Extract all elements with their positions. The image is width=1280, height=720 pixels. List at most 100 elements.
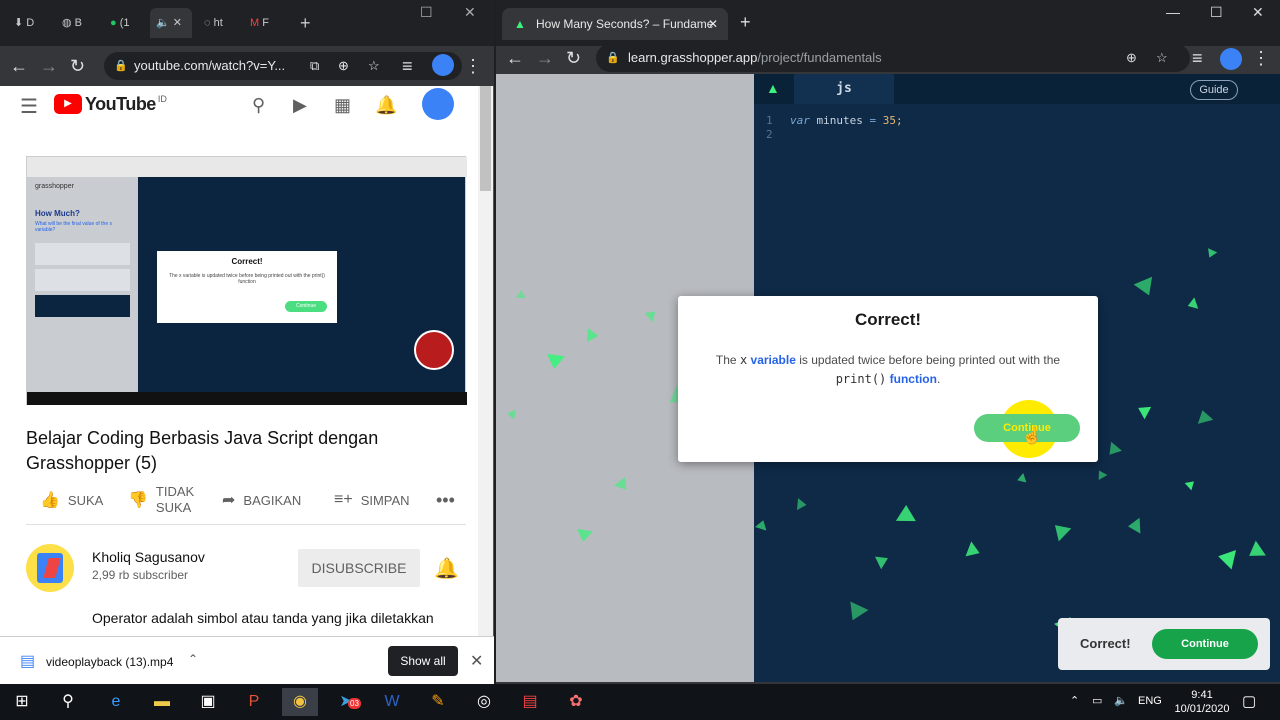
confetti-piece: [516, 290, 526, 298]
notification-bell-icon[interactable]: 🔔: [434, 556, 459, 580]
new-tab-button[interactable]: +: [740, 12, 751, 33]
tab-label: (1: [119, 17, 130, 29]
menu-icon[interactable]: ⋮: [464, 46, 488, 86]
back-icon[interactable]: ←: [10, 46, 34, 86]
chrome-icon[interactable]: ◉: [282, 688, 318, 716]
clock-time: 9:41: [1191, 689, 1213, 701]
confetti-piece: [1134, 401, 1152, 420]
dialog-keyword: variable: [750, 353, 796, 367]
tab-gmail[interactable]: M F: [244, 8, 286, 38]
share-button[interactable]: ➦ BAGIKAN: [222, 482, 301, 518]
volume-icon[interactable]: 🔈: [1114, 694, 1128, 707]
star-icon[interactable]: ☆: [1156, 44, 1168, 72]
more-icon[interactable]: •••: [436, 482, 455, 518]
tab-label: F: [262, 17, 269, 29]
system-clock[interactable]: 9:41 10/01/2020: [1172, 688, 1232, 716]
toast-continue-button[interactable]: Continue: [1152, 629, 1258, 659]
video-option: [35, 243, 130, 265]
reload-icon[interactable]: ↻: [566, 46, 590, 70]
tab-chat[interactable]: ● (1: [104, 8, 146, 38]
confetti-piece: [614, 476, 632, 495]
telegram-badge: 03: [348, 698, 361, 709]
camera-icon[interactable]: ▶: [293, 94, 315, 116]
confetti-piece: [1094, 468, 1108, 480]
tab-youtube-active[interactable]: 🔈 ✕: [150, 8, 192, 38]
tab-close-icon[interactable]: ✕: [708, 8, 718, 40]
network-icon[interactable]: ▭: [1092, 694, 1102, 707]
chevron-up-icon[interactable]: ⌃: [188, 652, 198, 666]
zoom-icon[interactable]: ⊕: [1126, 44, 1137, 72]
scrollbar-thumb[interactable]: [480, 86, 491, 191]
obs-icon[interactable]: ◎: [466, 688, 502, 716]
address-bar[interactable]: 🔒 learn.grasshopper.app/project/fundamen…: [596, 44, 1190, 72]
dislike-button[interactable]: 👎 TIDAK SUKA: [128, 482, 198, 518]
close-window-icon[interactable]: ✕: [464, 4, 476, 21]
media-icon[interactable]: ≡: [402, 46, 426, 86]
channel-avatar[interactable]: [26, 544, 74, 592]
tab-grasshopper-active[interactable]: ▲ How Many Seconds? – Fundame ✕: [502, 8, 728, 40]
youtube-browser-window: ⬇ D ◍ B ● (1 🔈 ✕ ◌ ht M F + ☐ ✕ ← → ↻ 🔒 …: [0, 0, 494, 684]
hamburger-icon[interactable]: ☰: [20, 94, 38, 119]
language-indicator[interactable]: ENG: [1138, 695, 1162, 707]
show-all-button[interactable]: Show all: [388, 646, 458, 676]
store-icon[interactable]: ▣: [190, 688, 226, 716]
presenter-avatar: [414, 330, 454, 370]
powerpoint-icon[interactable]: P: [236, 688, 272, 716]
maximize-icon[interactable]: ☐: [420, 4, 433, 21]
forward-icon[interactable]: →: [536, 46, 560, 70]
word-icon[interactable]: W: [374, 688, 410, 716]
paint-icon[interactable]: ✿: [558, 688, 594, 716]
file-explorer-icon[interactable]: ▬: [144, 688, 180, 716]
tab-b[interactable]: ◍ B: [56, 8, 98, 38]
minimize-icon[interactable]: —: [1166, 4, 1180, 20]
forward-icon[interactable]: →: [40, 46, 64, 86]
confetti-piece: [843, 601, 869, 625]
sketch-icon[interactable]: ✎: [420, 688, 456, 716]
notification-icon[interactable]: ▢: [1242, 692, 1256, 710]
youtube-logo[interactable]: ▶ YouTube ID: [54, 94, 167, 114]
close-shelf-icon[interactable]: ✕: [470, 651, 483, 671]
apps-icon[interactable]: ▦: [334, 94, 356, 116]
like-button[interactable]: 👍 SUKA: [40, 482, 103, 518]
confetti-piece: [1133, 276, 1159, 300]
tab-close-icon[interactable]: ✕: [173, 17, 182, 29]
new-tab-button[interactable]: +: [294, 8, 318, 38]
subscribed-button[interactable]: DISUBSCRIBE: [298, 549, 420, 587]
telegram-icon[interactable]: ➤ 03: [328, 688, 364, 716]
search-icon[interactable]: ⚲: [50, 688, 86, 716]
reload-icon[interactable]: ↻: [70, 46, 94, 86]
speaker-icon: 🔈: [156, 17, 170, 29]
translate-icon[interactable]: ⧉: [310, 52, 319, 80]
feedback-toast: Correct! Continue: [1058, 618, 1270, 670]
download-filename[interactable]: videoplayback (13).mp4: [46, 655, 173, 669]
media-icon[interactable]: ≡: [1192, 46, 1216, 70]
tab-ht[interactable]: ◌ ht: [198, 8, 240, 38]
maximize-icon[interactable]: ☐: [1210, 4, 1223, 21]
zoom-icon[interactable]: ⊕: [338, 52, 349, 80]
close-window-icon[interactable]: ✕: [1252, 4, 1264, 21]
page-scrollbar[interactable]: [478, 86, 493, 636]
confetti-piece: [1015, 473, 1027, 485]
tab-download[interactable]: ⬇ D: [8, 8, 50, 38]
profile-avatar[interactable]: [432, 54, 454, 76]
back-icon[interactable]: ←: [506, 46, 530, 70]
account-avatar[interactable]: [422, 88, 454, 120]
search-icon[interactable]: ⚲: [252, 94, 274, 116]
edge-icon[interactable]: e: [98, 688, 134, 716]
profile-avatar[interactable]: [1220, 48, 1242, 70]
hand-cursor-icon: ☝: [1022, 428, 1042, 445]
divider: [26, 524, 466, 525]
media-app-icon[interactable]: ▤: [512, 688, 548, 716]
url-path: /project/fundamentals: [757, 50, 882, 65]
video-player[interactable]: grasshopper How Much? What will be the f…: [26, 156, 467, 405]
windows-start-icon[interactable]: ⊞: [4, 688, 40, 716]
menu-icon[interactable]: ⋮: [1252, 46, 1276, 70]
video-lesson-question: What will be the final value of the x va…: [35, 221, 112, 233]
bell-icon[interactable]: 🔔: [375, 94, 397, 116]
video-lesson-title: How Much?: [35, 209, 80, 218]
star-icon[interactable]: ☆: [368, 52, 380, 80]
channel-name[interactable]: Kholiq Sagusanov: [92, 549, 205, 565]
confetti-piece: [575, 528, 593, 544]
chevron-up-icon[interactable]: ⌃: [1070, 694, 1079, 707]
save-button[interactable]: ≡+ SIMPAN: [334, 482, 410, 518]
